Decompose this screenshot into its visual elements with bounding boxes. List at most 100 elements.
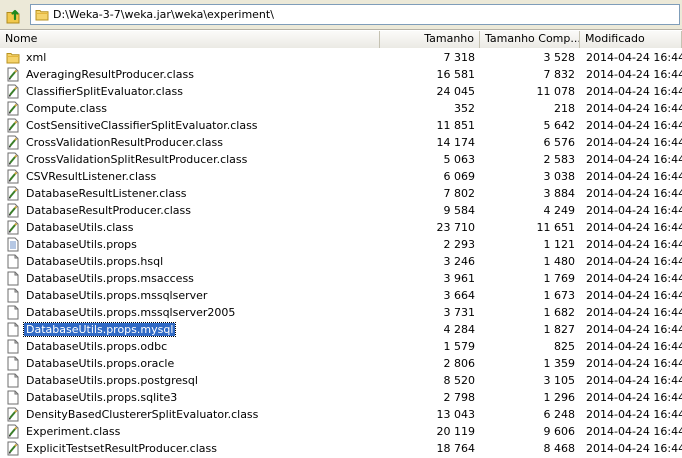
file-size: 23 710 [436,221,476,234]
file-compressed-size: 7 832 [543,68,576,81]
file-size: 2 293 [443,238,476,251]
file-size: 6 069 [443,170,476,183]
up-folder-button[interactable] [3,5,23,25]
file-size: 1 579 [443,340,476,353]
file-row[interactable]: CrossValidationSplitResultProducer.class… [0,151,682,168]
file-name-cell: DatabaseResultProducer.class [0,202,380,219]
file-compressed-size: 218 [554,102,575,115]
blank-file-icon [6,356,20,371]
file-row[interactable]: DatabaseUtils.props.mssqlserver 3 664 1 67… [0,287,682,304]
class-file-icon [6,169,20,184]
file-row[interactable]: DatabaseResultProducer.class 9 584 4 249 20… [0,202,682,219]
column-header-size[interactable]: Tamanho [380,31,480,48]
file-size: 9 584 [443,204,476,217]
column-header-compressed-size[interactable]: Tamanho Comp... [480,31,580,48]
file-row[interactable]: DatabaseUtils.props.mssqlserver2005 3 731… [0,304,682,321]
class-file-icon [6,424,20,439]
class-file-icon [6,135,20,150]
folder-icon [35,10,49,21]
file-size: 3 664 [443,289,476,302]
file-row[interactable]: xml 7 318 3 528 2014-04-24 16:44 [0,49,682,66]
file-compressed-size: 1 480 [543,255,576,268]
file-row[interactable]: CSVResultListener.class 6 069 3 038 2014-04… [0,168,682,185]
file-row[interactable]: DatabaseUtils.props.oracle 2 806 1 359 2014… [0,355,682,372]
class-file-icon [6,118,20,133]
file-size: 2 798 [443,391,476,404]
class-file-icon [6,441,20,456]
file-row[interactable]: DatabaseUtils.class 23 710 11 651 2014-04-2… [0,219,682,236]
file-size: 16 581 [436,68,476,81]
file-name-cell: DatabaseUtils.props.mysql [0,321,380,338]
blank-file-icon [6,373,20,388]
file-name-cell: DatabaseUtils.props.mssqlserver2005 [0,304,380,321]
file-row[interactable]: DatabaseResultListener.class 7 802 3 884 20… [0,185,682,202]
file-name: CSVResultListener.class [26,170,157,183]
file-size: 24 045 [436,85,476,98]
class-file-icon [6,101,20,116]
file-list: xml 7 318 3 528 2014-04-24 16:44 AveragingRe… [0,49,682,458]
file-size: 3 246 [443,255,476,268]
file-modified: 2014-04-24 16:44 [586,272,682,285]
file-modified: 2014-04-24 16:44 [586,170,682,183]
file-name: ClassifierSplitEvaluator.class [26,85,183,98]
file-row[interactable]: DatabaseUtils.props.mysql 4 284 1 827 2014-… [0,321,682,338]
file-row[interactable]: DatabaseUtils.props 2 293 1 121 2014-04-24 … [0,236,682,253]
file-name: CostSensitiveClassifierSplitEvaluator.cl… [26,119,258,132]
file-name: DatabaseUtils.props.hsql [26,255,164,268]
column-header-modified[interactable]: Modificado [580,31,682,48]
blank-file-icon [6,271,20,286]
file-row[interactable]: CostSensitiveClassifierSplitEvaluator.cl… [0,117,682,134]
file-modified: 2014-04-24 16:44 [586,391,682,404]
file-compressed-size: 6 248 [543,408,576,421]
address-input[interactable]: D:\Weka-3-7\weka.jar\weka\experiment\ [30,4,680,25]
file-row[interactable]: DatabaseUtils.props.sqlite3 2 798 1 296 201… [0,389,682,406]
file-name-cell: DatabaseUtils.props.msaccess [0,270,380,287]
file-compressed-size: 825 [554,340,575,353]
file-modified: 2014-04-24 16:44 [586,119,682,132]
file-name-cell: DatabaseUtils.props.odbc [0,338,380,355]
file-size: 7 802 [443,187,476,200]
file-row[interactable]: CrossValidationResultProducer.class 14 17… [0,134,682,151]
file-name-cell: Compute.class [0,100,380,117]
file-row[interactable]: Experiment.class 20 119 9 606 2014-04-24 16… [0,423,682,440]
file-compressed-size: 1 682 [543,306,576,319]
file-modified: 2014-04-24 16:44 [586,323,682,336]
file-name-cell: CrossValidationSplitResultProducer.class [0,151,380,168]
file-name-cell: DatabaseResultListener.class [0,185,380,202]
file-modified: 2014-04-24 16:44 [586,289,682,302]
file-row[interactable]: ExplicitTestsetResultProducer.class 18 76… [0,440,682,457]
blank-file-icon [6,254,20,269]
file-row[interactable]: DatabaseUtils.props.postgresql 8 520 3 105… [0,372,682,389]
file-row[interactable]: DatabaseUtils.props.msaccess 3 961 1 769 20… [0,270,682,287]
file-modified: 2014-04-24 16:44 [586,238,682,251]
file-modified: 2014-04-24 16:44 [586,442,682,455]
file-row[interactable]: AveragingResultProducer.class 16 581 7 832… [0,66,682,83]
up-arrow-icon [6,9,20,24]
file-compressed-size: 1 296 [543,391,576,404]
file-size: 20 119 [436,425,476,438]
file-row[interactable]: DatabaseUtils.props.odbc 1 579 825 2014-04-… [0,338,682,355]
file-row[interactable]: DensityBasedClustererSplitEvaluator.clas… [0,406,682,423]
file-name: CrossValidationResultProducer.class [26,136,223,149]
file-size: 7 318 [443,51,476,64]
class-file-icon [6,152,20,167]
file-name: xml [26,51,47,64]
file-compressed-size: 1 121 [543,238,576,251]
file-name: AveragingResultProducer.class [26,68,194,81]
file-compressed-size: 1 359 [543,357,576,370]
file-size: 14 174 [436,136,476,149]
file-compressed-size: 11 078 [536,85,576,98]
file-name: DatabaseResultListener.class [26,187,187,200]
file-name-cell: xml [0,49,380,66]
file-name: DatabaseUtils.props.mysql [22,322,177,337]
file-row[interactable]: DatabaseUtils.props.hsql 3 246 1 480 2014-0… [0,253,682,270]
file-modified: 2014-04-24 16:44 [586,221,682,234]
class-file-icon [6,220,20,235]
file-row[interactable]: Compute.class 352 218 2014-04-24 16:44 [0,100,682,117]
column-header-name[interactable]: Nome [0,31,380,48]
file-row[interactable]: ClassifierSplitEvaluator.class 24 045 11 0… [0,83,682,100]
blank-file-icon [6,390,20,405]
blank-file-icon [6,322,20,337]
blank-file-icon [6,339,20,354]
file-name: DatabaseUtils.props [26,238,137,251]
